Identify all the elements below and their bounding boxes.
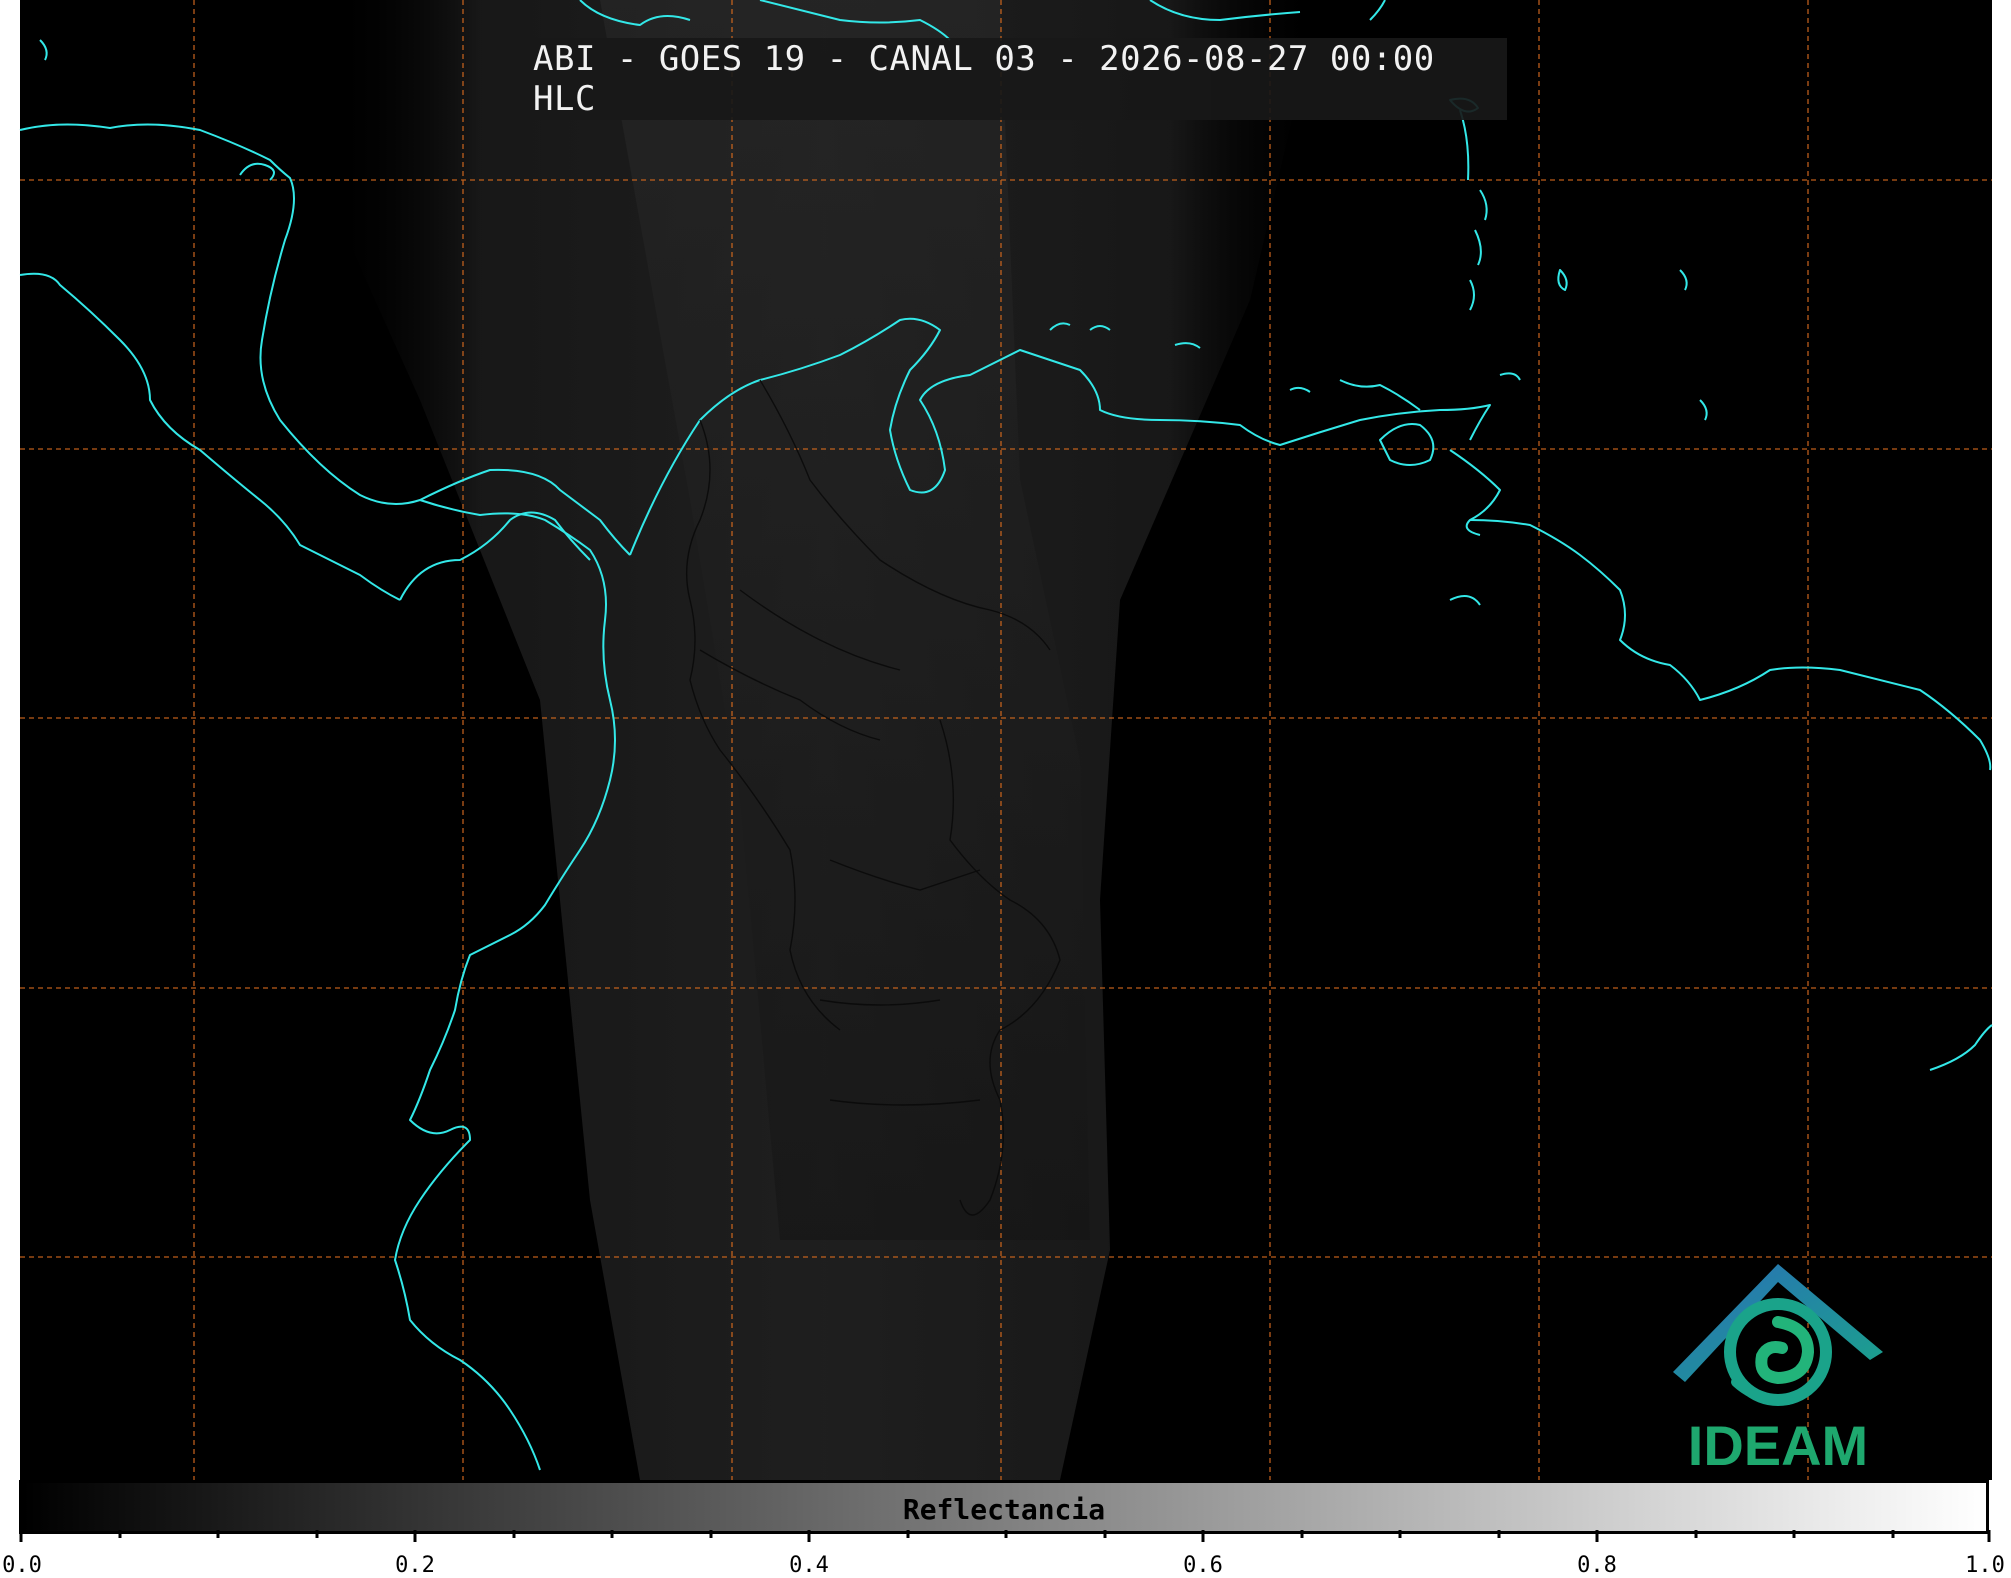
colorbar-label: Reflectancia	[902, 1493, 1106, 1526]
colorbar: Reflectancia	[19, 1480, 1989, 1534]
colorbar-tick-label: 0.2	[395, 1553, 435, 1578]
colorbar-tick-label: 0.6	[1183, 1553, 1223, 1578]
colorbar-tick-label: 0.8	[1577, 1553, 1617, 1578]
colorbar-tick-label: 0.4	[789, 1553, 829, 1578]
colorbar-tick-label: 0.0	[2, 1553, 42, 1578]
map-title: ABI - GOES 19 - CANAL 03 - 2026-08-27 00…	[533, 38, 1507, 120]
colorbar-ticks	[19, 1530, 1991, 1542]
colorbar-tick-label: 1.0	[1965, 1553, 2005, 1578]
ideam-logo-text: IDEAM	[1687, 1414, 1869, 1477]
